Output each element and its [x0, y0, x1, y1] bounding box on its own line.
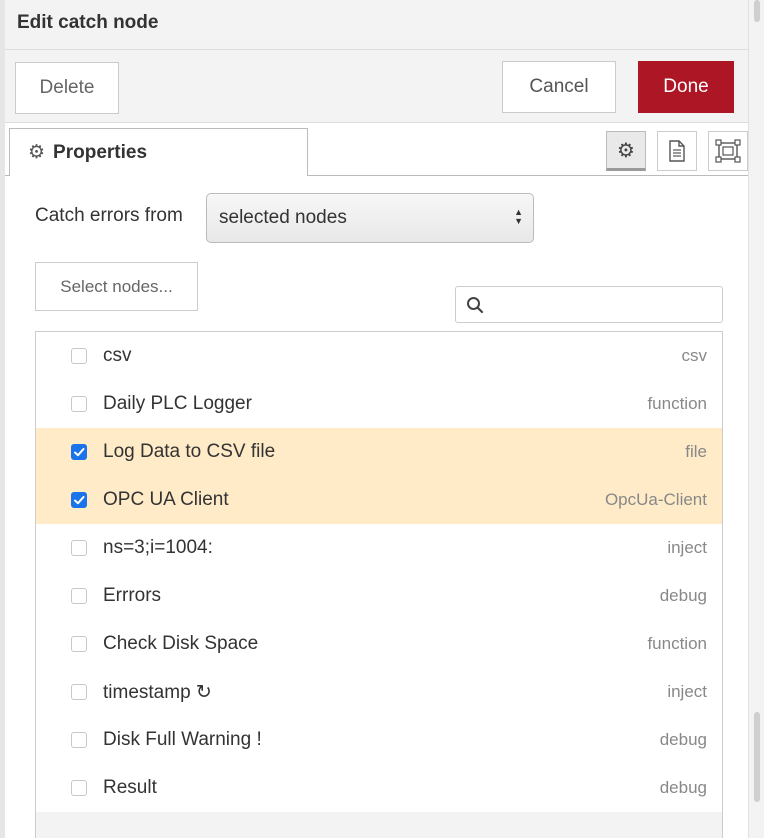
node-checkbox[interactable] [71, 780, 87, 796]
tab-divider [308, 175, 748, 176]
gear-icon: ⚙ [617, 139, 635, 162]
node-row[interactable]: Errrors debug [36, 572, 722, 620]
tray-header: Edit catch node [5, 0, 748, 50]
node-name: timestamp ↻ [103, 682, 212, 703]
node-name: csv [103, 345, 132, 366]
node-name: Daily PLC Logger [103, 393, 252, 414]
search-icon [467, 297, 484, 314]
tray-toolbar: Delete Cancel Done [5, 50, 748, 123]
node-row[interactable]: timestamp ↻ inject [36, 668, 722, 716]
node-name: Check Disk Space [103, 633, 259, 654]
node-row[interactable]: Disk Full Warning ! debug [36, 716, 722, 764]
scrollbar-thumb[interactable] [754, 0, 760, 22]
description-tab-button[interactable] [657, 131, 697, 171]
node-type: function [647, 394, 707, 413]
node-checkbox[interactable] [71, 636, 87, 652]
node-type: OpcUa-Client [604, 490, 707, 509]
gear-icon: ⚙ [28, 142, 46, 163]
node-checkbox[interactable] [71, 588, 87, 604]
node-checkbox[interactable] [71, 684, 87, 700]
node-type: file [685, 442, 707, 461]
node-name: Errrors [103, 585, 162, 606]
node-name: Result [103, 777, 157, 798]
node-list: csv csv Daily PLC Logger function Log Data t… [35, 331, 723, 838]
tabs-row: ⚙ Properties ⚙ [5, 123, 748, 176]
select-arrows-icon: ▲ ▼ [514, 207, 523, 226]
select-nodes-button[interactable]: Select nodes... [35, 262, 198, 311]
node-row[interactable]: Result debug [36, 764, 722, 812]
check-icon [74, 448, 85, 457]
description-icon [669, 140, 685, 162]
check-icon [74, 496, 85, 505]
node-name: Log Data to CSV file [103, 441, 276, 462]
done-button[interactable]: Done [638, 61, 734, 113]
catch-scope-select[interactable]: selected nodes ▲ ▼ [206, 193, 534, 243]
node-checkbox[interactable] [71, 492, 87, 508]
node-name: OPC UA Client [103, 489, 229, 510]
node-checkbox[interactable] [71, 732, 87, 748]
node-type: debug [659, 778, 707, 797]
node-name: ns=3;i=1004: [103, 537, 213, 558]
catch-errors-label: Catch errors from [35, 205, 183, 226]
page-title: Edit catch node [17, 12, 159, 33]
node-row[interactable]: csv csv [36, 332, 722, 380]
node-checkbox[interactable] [71, 348, 87, 364]
node-type: debug [659, 730, 707, 749]
tab-properties[interactable]: ⚙ Properties [9, 128, 308, 176]
node-row[interactable]: ns=3;i=1004: inject [36, 524, 722, 572]
scrollbar-thumb[interactable] [754, 712, 760, 802]
catch-scope-value: selected nodes [219, 207, 347, 228]
node-row[interactable]: OPC UA Client OpcUa-Client [36, 476, 722, 524]
tab-properties-label: Properties [53, 141, 148, 163]
cancel-button[interactable]: Cancel [502, 61, 616, 113]
node-checkbox[interactable] [71, 444, 87, 460]
node-name: Disk Full Warning ! [103, 729, 262, 750]
appearance-tab-button[interactable] [708, 131, 748, 171]
node-type: debug [659, 586, 707, 605]
node-type: inject [667, 682, 707, 701]
node-type: function [647, 634, 707, 653]
node-checkbox[interactable] [71, 396, 87, 412]
node-row[interactable]: Daily PLC Logger function [36, 380, 722, 428]
node-row[interactable]: Check Disk Space function [36, 620, 722, 668]
node-row[interactable]: Log Data to CSV file file [36, 428, 722, 476]
scrollbar[interactable] [748, 0, 764, 838]
search-input[interactable] [455, 286, 723, 323]
node-type: inject [667, 538, 707, 557]
node-checkbox[interactable] [71, 540, 87, 556]
appearance-icon [715, 139, 741, 163]
node-type: csv [681, 346, 708, 365]
settings-tab-button[interactable]: ⚙ [606, 131, 646, 171]
tab-divider [5, 175, 9, 176]
delete-button[interactable]: Delete [15, 62, 119, 114]
